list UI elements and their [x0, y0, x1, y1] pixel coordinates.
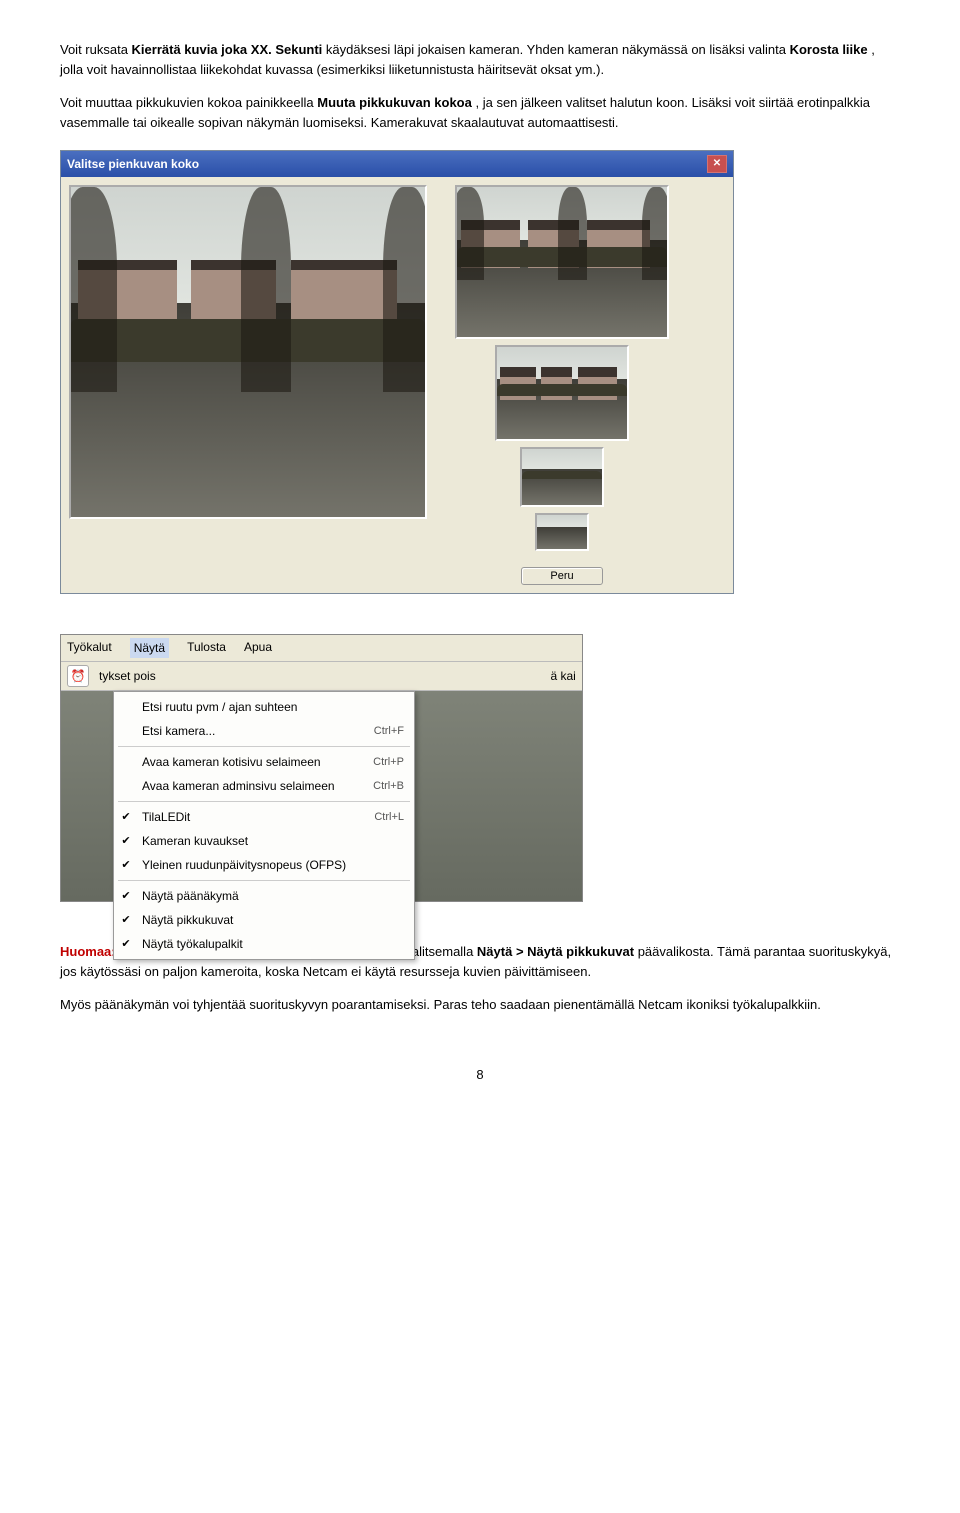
menubar: Työkalut Näytä Tulosta Apua [61, 635, 582, 662]
thumb-option-3[interactable] [520, 447, 604, 507]
dialog-body: Peru [61, 177, 733, 593]
menu-separator [118, 880, 410, 881]
menu-item[interactable]: Etsi ruutu pvm / ajan suhteen [114, 695, 414, 719]
thumb-option-4[interactable] [535, 513, 589, 551]
toolbar-right-label: ä kai [550, 667, 575, 685]
check-icon: ✔ [118, 833, 134, 850]
menu-item[interactable]: Avaa kameran kotisivu selaimeen Ctrl+P [114, 750, 414, 774]
note-label: Huomaa: [60, 944, 116, 959]
check-icon: ✔ [118, 936, 134, 953]
paragraph-2: Voit muuttaa pikkukuvien kokoa painikkee… [60, 93, 900, 132]
preview-large[interactable] [69, 185, 427, 519]
menu-screenshot: Työkalut Näytä Tulosta Apua ⏰ tykset poi… [60, 634, 583, 902]
menu-item[interactable]: ✔ Näytä työkalupalkit [114, 932, 414, 956]
menu-item-label: Etsi kamera... [142, 722, 366, 740]
menu-view[interactable]: Näytä [130, 638, 169, 658]
bold-text: Muuta pikkukuvan kokoa [317, 95, 472, 110]
close-icon[interactable]: ✕ [707, 155, 727, 173]
bold-text: Kierrätä kuvia joka XX. Sekunti [132, 42, 323, 57]
check-icon: ✔ [118, 888, 134, 905]
thumb-option-1[interactable] [455, 185, 669, 339]
menu-item[interactable]: ✔ Yleinen ruudunpäivitysnopeus (OFPS) [114, 853, 414, 877]
menu-item-shortcut: Ctrl+F [374, 723, 404, 740]
menu-item-shortcut: Ctrl+B [373, 778, 404, 795]
check-icon: ✔ [118, 857, 134, 874]
menu-item[interactable]: ✔ Näytä päänäkymä [114, 884, 414, 908]
dialog-thumbnail-size: Valitse pienkuvan koko ✕ [60, 150, 734, 594]
menu-item-label: Näytä työkalupalkit [142, 935, 396, 953]
menu-item[interactable]: Etsi kamera... Ctrl+F [114, 719, 414, 743]
dialog-title: Valitse pienkuvan koko [67, 155, 199, 173]
clock-icon[interactable]: ⏰ [67, 665, 89, 687]
thumb-option-2[interactable] [495, 345, 629, 441]
bold-text: Korosta liike [790, 42, 868, 57]
menu-item-shortcut: Ctrl+L [374, 809, 404, 826]
menu-item-shortcut: Ctrl+P [373, 754, 404, 771]
menu-item-label: Kameran kuvaukset [142, 832, 396, 850]
paragraph-1: Voit ruksata Kierrätä kuvia joka XX. Sek… [60, 40, 900, 79]
menu-print[interactable]: Tulosta [187, 638, 226, 658]
thumbnail-column: Peru [447, 185, 677, 585]
menu-item[interactable]: ✔ Kameran kuvaukset [114, 829, 414, 853]
page-number: 8 [60, 1065, 900, 1085]
titlebar: Valitse pienkuvan koko ✕ [61, 151, 733, 177]
menu-separator [118, 746, 410, 747]
menu-item-label: Näytä päänäkymä [142, 887, 396, 905]
text: Voit ruksata [60, 42, 132, 57]
check-icon: ✔ [118, 912, 134, 929]
text: Voit muuttaa pikkukuvien kokoa painikkee… [60, 95, 317, 110]
menu-help[interactable]: Apua [244, 638, 272, 658]
menu-item[interactable]: ✔ Näytä pikkukuvat [114, 908, 414, 932]
menu-tools[interactable]: Työkalut [67, 638, 112, 658]
toolbar: ⏰ tykset pois ä kai [61, 662, 582, 691]
dropdown-view: Etsi ruutu pvm / ajan suhteen Etsi kamer… [113, 691, 415, 960]
text: käydäksesi läpi jokaisen kameran. Yhden … [326, 42, 790, 57]
check-icon: ✔ [118, 809, 134, 826]
cancel-button[interactable]: Peru [521, 567, 602, 585]
menu-item-label: TilaLEDit [142, 808, 366, 826]
menu-item-label: Etsi ruutu pvm / ajan suhteen [142, 698, 396, 716]
paragraph-4: Myös päänäkymän voi tyhjentää suoritusky… [60, 995, 900, 1015]
menu-item[interactable]: Avaa kameran adminsivu selaimeen Ctrl+B [114, 774, 414, 798]
menu-item[interactable]: ✔ TilaLEDit Ctrl+L [114, 805, 414, 829]
toolbar-label: tykset pois [99, 667, 156, 685]
menu-item-label: Avaa kameran adminsivu selaimeen [142, 777, 365, 795]
menu-separator [118, 801, 410, 802]
menu-item-label: Näytä pikkukuvat [142, 911, 396, 929]
backdrop: Etsi ruutu pvm / ajan suhteen Etsi kamer… [61, 691, 582, 901]
bold-text: Näytä > Näytä pikkukuvat [477, 944, 634, 959]
menu-item-label: Yleinen ruudunpäivitysnopeus (OFPS) [142, 856, 396, 874]
menu-item-label: Avaa kameran kotisivu selaimeen [142, 753, 365, 771]
